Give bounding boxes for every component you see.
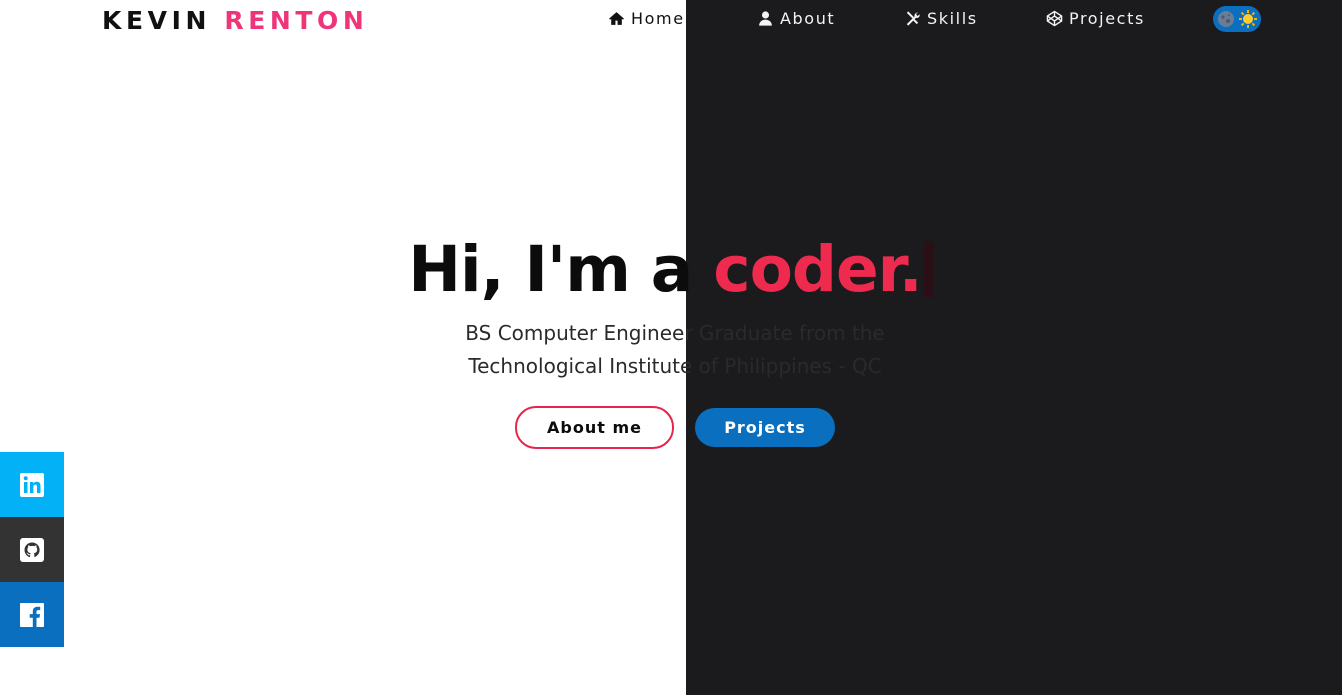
github-icon bbox=[19, 537, 45, 563]
nav-skills[interactable]: Skills bbox=[904, 9, 978, 28]
hero-subtitle-line2: Technological Institute of Philippines -… bbox=[468, 354, 882, 378]
nav-projects-label: Projects bbox=[1069, 9, 1145, 28]
theme-toggle[interactable] bbox=[1213, 6, 1261, 32]
moon-icon bbox=[1216, 9, 1236, 29]
facebook-icon bbox=[19, 602, 45, 628]
projects-button[interactable]: Projects bbox=[695, 408, 835, 447]
social-facebook[interactable] bbox=[0, 582, 64, 647]
nav-home[interactable]: Home bbox=[608, 9, 685, 28]
tools-icon bbox=[904, 10, 921, 27]
nav-about[interactable]: About bbox=[757, 9, 835, 28]
hero-subtitle-line1: BS Computer Engineer Graduate from the bbox=[465, 321, 885, 345]
brand-last-name: RENTON bbox=[224, 6, 369, 35]
hero-title: Hi, I'm a coder. bbox=[0, 232, 1342, 308]
user-icon bbox=[757, 10, 774, 27]
social-github[interactable] bbox=[0, 517, 64, 582]
hero-title-intro: Hi, I'm a bbox=[408, 233, 714, 306]
navbar: KEVIN RENTON Home About Skills Projects bbox=[0, 0, 1342, 40]
brand-logo[interactable]: KEVIN RENTON bbox=[102, 6, 368, 35]
social-linkedin[interactable] bbox=[0, 452, 64, 517]
codepen-icon bbox=[1046, 10, 1063, 27]
nav-projects[interactable]: Projects bbox=[1046, 9, 1145, 28]
nav-home-label: Home bbox=[631, 9, 685, 28]
home-icon bbox=[608, 10, 625, 27]
hero-title-highlight: coder. bbox=[713, 233, 922, 306]
sun-icon bbox=[1238, 9, 1258, 29]
nav-skills-label: Skills bbox=[927, 9, 978, 28]
typing-cursor bbox=[923, 241, 934, 297]
hero-subtitle: BS Computer Engineer Graduate from the T… bbox=[371, 317, 979, 383]
linkedin-icon bbox=[19, 472, 45, 498]
brand-first-name: KEVIN bbox=[102, 6, 212, 35]
nav-about-label: About bbox=[780, 9, 836, 28]
about-me-button[interactable]: About me bbox=[515, 406, 674, 449]
